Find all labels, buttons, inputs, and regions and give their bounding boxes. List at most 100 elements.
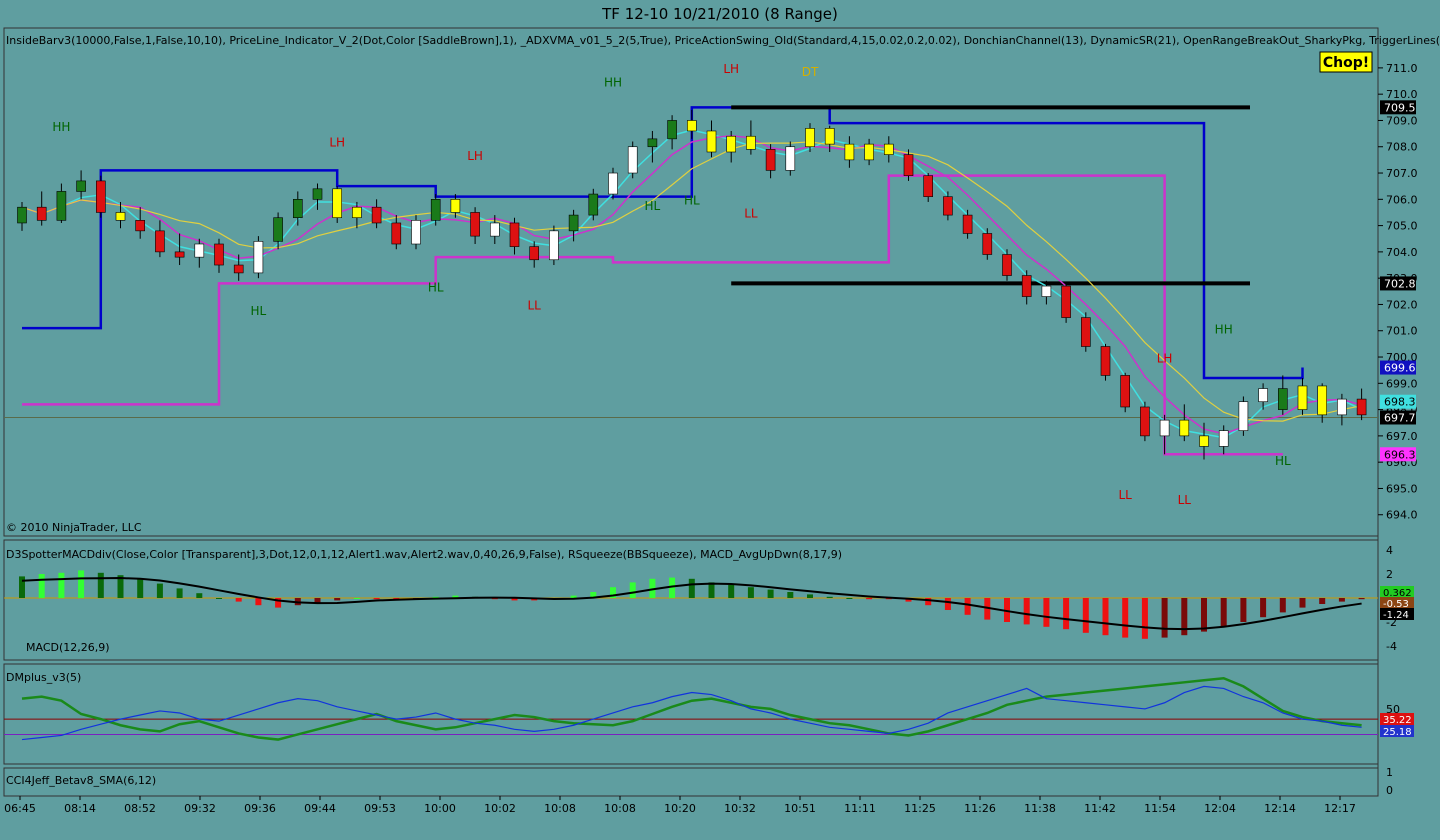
swing-label: LH xyxy=(1157,351,1173,365)
macd-histogram-bar xyxy=(1220,598,1227,627)
candle-body xyxy=(371,206,382,224)
macd-histogram-bar xyxy=(688,578,695,598)
price-tick-label: 709.0 xyxy=(1386,114,1418,127)
cci-panel-frame xyxy=(3,767,1379,797)
candle-body xyxy=(726,135,737,153)
x-tick-label: 09:36 xyxy=(244,802,276,815)
dm-value-tag: 35.22 xyxy=(1383,715,1412,726)
x-tick-label: 09:53 xyxy=(364,802,396,815)
macd-plot xyxy=(4,570,1378,639)
x-tick-label: 11:42 xyxy=(1084,802,1116,815)
price-tag-label: 709.5 xyxy=(1384,101,1416,114)
macd-histogram-bar xyxy=(137,578,144,598)
macd-histogram-bar xyxy=(235,598,242,602)
price-tick-label: 708.0 xyxy=(1386,141,1418,154)
swing-label: HL xyxy=(251,304,267,318)
macd-value-tag: -1.24 xyxy=(1383,610,1409,621)
candle-body xyxy=(1159,419,1170,437)
price-plot: HH LH LH HL HL LL HH HL HL LH DT LL LH LL LL HH HL xyxy=(4,62,1378,507)
candle-body xyxy=(1081,317,1091,347)
candle-body xyxy=(509,222,520,247)
swing-label: LL xyxy=(1119,488,1133,502)
x-tick-label: 12:04 xyxy=(1204,802,1236,815)
swing-label: DT xyxy=(802,65,819,79)
candle-body xyxy=(489,222,500,237)
swing-label: HH xyxy=(1215,322,1233,336)
x-tick-label: 11:38 xyxy=(1024,802,1056,815)
candle-body xyxy=(194,243,205,258)
swing-label: HL xyxy=(428,280,444,294)
macd-tick-label: -4 xyxy=(1386,640,1397,653)
swing-label: HH xyxy=(52,120,70,134)
candle-body xyxy=(1337,398,1347,416)
price-tick-label: 694.0 xyxy=(1386,509,1418,522)
candle-body xyxy=(765,149,776,171)
x-tick-label: 10:02 xyxy=(484,802,516,815)
macd-histogram-bar xyxy=(964,598,971,615)
macd-indicators-label: D3SpotterMACDdiv(Close,Color [Transparen… xyxy=(6,548,842,561)
macd-histogram-bar xyxy=(1319,598,1326,604)
macd-histogram-bar xyxy=(1279,598,1286,613)
candle-body xyxy=(962,214,973,234)
macd-histogram-bar xyxy=(767,589,774,598)
chart-canvas[interactable]: InsideBarv3(10000,False,1,False,10,10), … xyxy=(0,0,1440,840)
candle-body xyxy=(1041,285,1052,297)
x-tick-label: 11:11 xyxy=(844,802,876,815)
macd-histogram-bar xyxy=(1260,598,1267,618)
x-tick-label: 08:14 xyxy=(64,802,96,815)
candle-body xyxy=(253,241,264,274)
swing-label: HL xyxy=(645,199,661,213)
candle-body xyxy=(568,214,579,232)
macd-histogram-bar xyxy=(196,593,203,598)
chop-label: Chop! xyxy=(1323,55,1369,71)
macd-histogram-bar xyxy=(787,592,794,598)
candle-body xyxy=(943,196,953,216)
candle-body xyxy=(1140,406,1150,437)
macd-histogram-bar xyxy=(216,598,222,599)
swing-label: HL xyxy=(1275,454,1291,468)
candle-body xyxy=(1002,254,1012,276)
candle-body xyxy=(864,143,874,161)
macd-histogram-bar xyxy=(373,598,380,600)
macd-histogram-bar xyxy=(58,572,65,598)
price-tick-label: 711.0 xyxy=(1386,62,1418,75)
candle-body xyxy=(411,220,421,245)
macd-histogram-bar xyxy=(1063,598,1070,630)
x-tick-label: 08:52 xyxy=(124,802,156,815)
macd-histogram-bar xyxy=(1141,598,1148,639)
price-tick-label: 701.0 xyxy=(1386,325,1418,338)
macd-histogram-bar xyxy=(747,587,754,598)
macd-histogram-bar xyxy=(728,584,735,598)
candle-body xyxy=(1278,388,1288,410)
x-tick-label: 10:51 xyxy=(784,802,816,815)
candle-body xyxy=(1218,430,1229,447)
price-tick-label: 704.0 xyxy=(1386,246,1418,259)
candle-body xyxy=(1356,398,1367,416)
candle-body xyxy=(17,206,27,224)
candle-body xyxy=(824,128,835,145)
macd-tick-label: 2 xyxy=(1386,568,1393,581)
price-tag-label: 697.7 xyxy=(1384,411,1416,424)
candle-body xyxy=(155,230,165,253)
chart-window: TF 12-10 10/21/2010 (8 Range) InsideBarv… xyxy=(0,0,1440,840)
swing-label: LH xyxy=(329,136,345,150)
macd-histogram-bar xyxy=(807,594,813,598)
macd-histogram-bar xyxy=(1338,598,1345,602)
dm-value-tag: 25.18 xyxy=(1383,727,1412,738)
macd-histogram-bar xyxy=(1358,598,1365,600)
candle-body xyxy=(1317,385,1327,416)
candle-body xyxy=(549,230,559,261)
x-tick-label: 10:20 xyxy=(664,802,696,815)
dm-indicators-label: DMplus_v3(5) xyxy=(6,671,81,684)
macd-histogram-bar xyxy=(314,598,321,603)
candle-body xyxy=(785,146,796,171)
candle-body xyxy=(214,243,224,266)
swing-label: LL xyxy=(744,207,758,221)
candle-body xyxy=(883,143,894,155)
cci-tick-label: 0 xyxy=(1386,784,1393,797)
dm-minus-line xyxy=(21,685,1362,741)
macd-histogram-bar xyxy=(846,598,853,599)
x-tick-label: 10:08 xyxy=(604,802,636,815)
dynamic-sr-line xyxy=(22,174,1283,456)
candle-body xyxy=(115,212,126,221)
